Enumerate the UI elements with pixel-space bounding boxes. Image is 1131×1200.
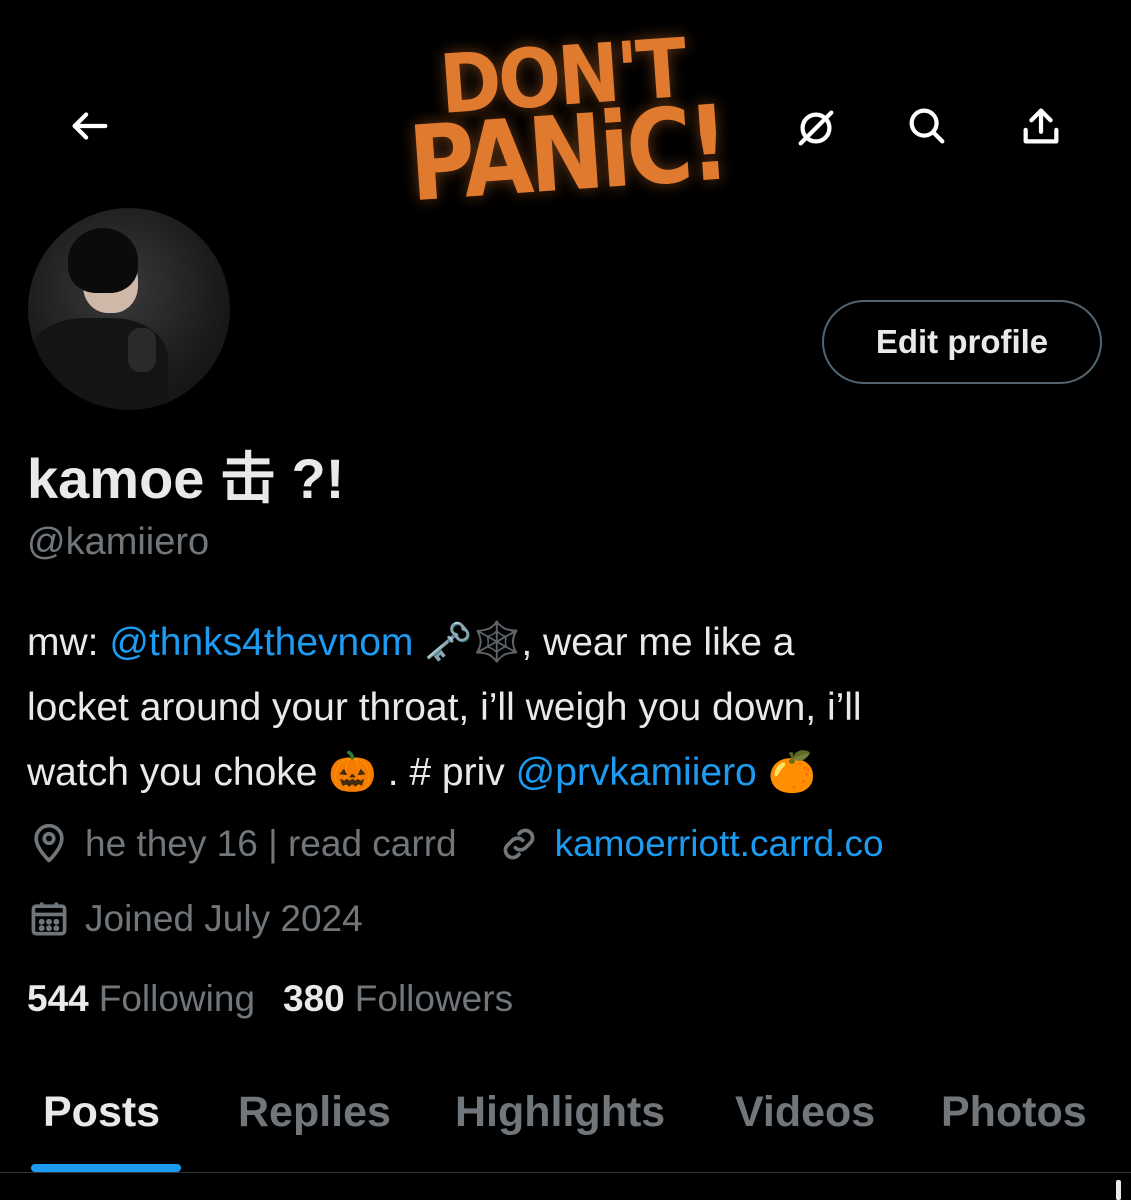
back-button[interactable] [60,96,120,156]
search-button[interactable] [897,96,957,156]
joined-row: Joined July 2024 [27,893,363,945]
following-link[interactable]: 544 Following [27,978,255,1020]
tab-posts[interactable]: Posts [43,1088,160,1137]
bio-text: watch you choke 🎃 . # priv [27,751,516,794]
block-button[interactable] [786,98,846,158]
avatar[interactable] [25,205,233,413]
back-arrow-icon [72,112,108,140]
following-count: 544 [27,978,89,1019]
search-icon [909,108,945,144]
followers-count: 380 [283,978,345,1019]
scrollbar[interactable] [1116,1180,1121,1200]
banner-image: DON'T PANiC! [387,0,742,247]
followers-label: Followers [354,978,514,1019]
calendar-icon [27,897,71,941]
avatar-microphone [128,328,156,372]
follow-stats: 544 Following 380 Followers [27,978,513,1020]
banner-text-line2: PANiC! [405,83,730,227]
tabs-divider [0,1172,1131,1173]
followers-link[interactable]: 380 Followers [283,978,513,1020]
location-text: he they 16 | read carrd [85,823,457,864]
bio: mw: @thnks4thevnom 🗝️🕸️, wear me like a … [27,610,1107,805]
profile-tabs: Posts Replies Highlights Videos Photos [0,1080,1131,1174]
bio-text: 🗝️🕸️, wear me like a [413,621,795,664]
location-pin-icon [27,822,71,866]
bio-text: 🍊 [756,751,817,794]
joined-date: Joined July 2024 [85,898,363,939]
bio-line-3: watch you choke 🎃 . # priv @prvkamiiero … [27,740,1107,805]
bio-mention-link[interactable]: @prvkamiiero [516,751,757,794]
display-name: kamoe 击 ?! [27,447,345,510]
share-icon [1023,108,1059,144]
link-icon [497,822,541,866]
bio-mention-link[interactable]: @thnks4thevnom [109,621,413,664]
tab-photos[interactable]: Photos [941,1088,1087,1137]
website-link[interactable]: kamoerriott.carrd.co [497,822,884,866]
tab-replies[interactable]: Replies [238,1088,391,1137]
edit-profile-button[interactable]: Edit profile [822,300,1102,384]
bio-text: mw: [27,621,110,664]
active-tab-indicator [31,1164,181,1172]
website-url[interactable]: kamoerriott.carrd.co [555,823,884,865]
username-handle: @kamiiero [27,521,210,563]
following-label: Following [98,978,256,1019]
bio-line-1: mw: @thnks4thevnom 🗝️🕸️, wear me like a [27,610,1107,675]
share-button[interactable] [1011,96,1071,156]
profile-meta: he they 16 | read carrd kamoerriott.carr… [27,818,884,870]
block-icon [798,110,834,146]
tab-videos[interactable]: Videos [735,1088,875,1137]
avatar-hair [68,228,138,293]
bio-line-2: locket around your throat, i’ll weigh yo… [27,686,862,729]
tab-highlights[interactable]: Highlights [455,1088,665,1137]
